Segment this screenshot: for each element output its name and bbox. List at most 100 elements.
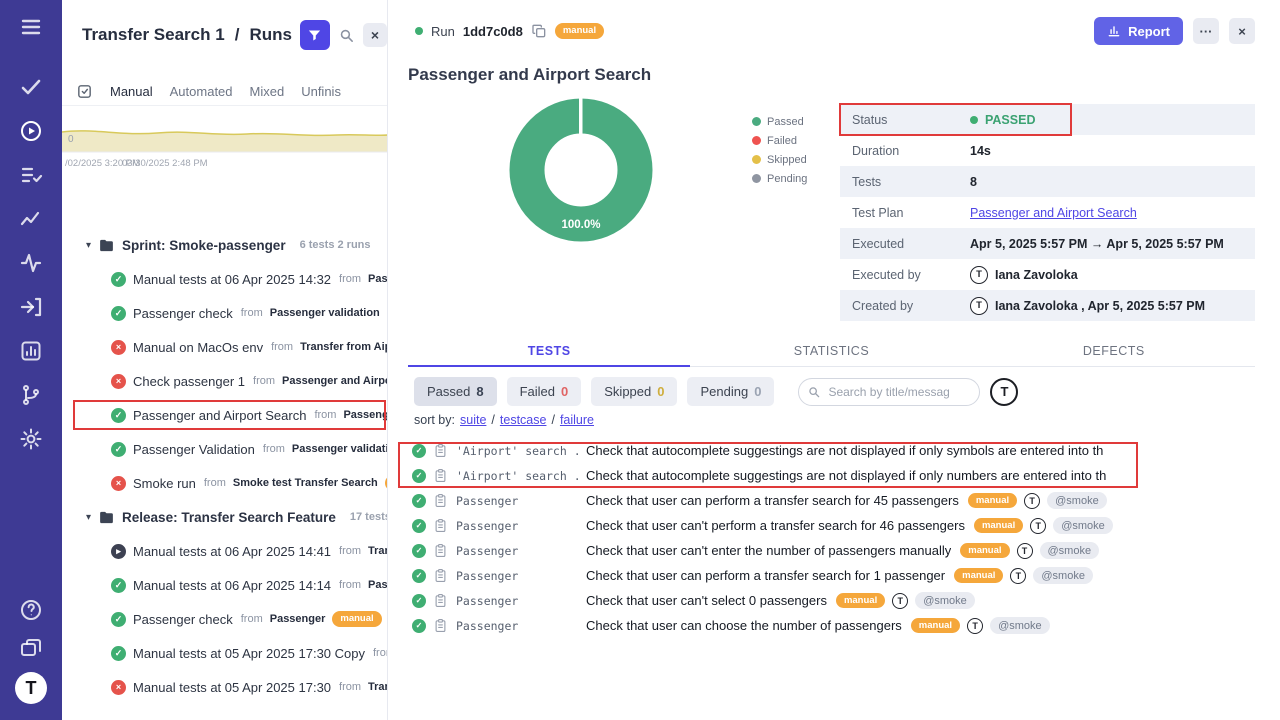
legend-item: Passed bbox=[752, 112, 807, 131]
filter-failed[interactable]: Failed0 bbox=[507, 377, 582, 406]
tree-run-item[interactable]: × Check passenger 1 from Passenger and A… bbox=[62, 364, 387, 398]
chart-x-labels: /02/2025 3:20 PM 03/30/2025 2:48 PM bbox=[62, 158, 387, 172]
tree-run-item[interactable]: × Manual on MacOs env from Transfer from… bbox=[62, 330, 387, 364]
tree-run-item[interactable]: ✓ Passenger check from Passenger manual … bbox=[62, 602, 387, 636]
sort-by-testcase[interactable]: testcase bbox=[500, 413, 547, 427]
tab-tests[interactable]: TESTS bbox=[408, 336, 690, 367]
tab-defects[interactable]: DEFECTS bbox=[973, 336, 1255, 366]
test-row[interactable]: ✓ Passenger Check that user can't select… bbox=[388, 588, 1280, 613]
info-row-created-by: Created by TIana Zavoloka , Apr 5, 2025 … bbox=[840, 290, 1255, 321]
tree-run-item[interactable]: × Manual tests at 05 Apr 2025 17:30 from… bbox=[62, 670, 387, 704]
chevron-down-icon[interactable]: ▾ bbox=[86, 512, 91, 523]
testomatio-filter-button[interactable]: T bbox=[990, 378, 1018, 406]
test-row[interactable]: ✓ Passenger Check that user can choose t… bbox=[388, 613, 1280, 638]
runs-tree: ▾ Sprint: Smoke-passenger 6 tests 2 runs… bbox=[62, 228, 387, 720]
reports-icon[interactable] bbox=[19, 339, 43, 363]
run-detail: Run 1dd7c0d8 manual Report ··· × Passeng… bbox=[388, 0, 1280, 720]
help-icon[interactable] bbox=[19, 598, 43, 622]
passed-icon: ✓ bbox=[111, 306, 126, 321]
tree-run-item[interactable]: × Smoke run from Smoke test Transfer Sea… bbox=[62, 466, 387, 500]
chevron-down-icon[interactable]: ▾ bbox=[86, 240, 91, 251]
clipboard-icon bbox=[433, 543, 448, 558]
branches-icon[interactable] bbox=[19, 383, 43, 407]
test-row[interactable]: ✓ 'Airport' search ... Check that autoco… bbox=[388, 438, 1280, 463]
more-button[interactable]: ··· bbox=[1193, 18, 1219, 44]
filter-pending[interactable]: Pending0 bbox=[687, 377, 774, 406]
filter-passed[interactable]: Passed8 bbox=[414, 377, 497, 406]
passed-icon: ✓ bbox=[412, 469, 426, 483]
tree-run-item[interactable]: ✓ Manual tests at 05 Apr 2025 17:30 Copy… bbox=[62, 636, 387, 670]
passed-icon: ✓ bbox=[111, 612, 126, 627]
settings-gear-icon[interactable] bbox=[19, 427, 43, 451]
tree-run-item[interactable]: ✓ Passenger check from Passenger validat… bbox=[62, 296, 387, 330]
tab-unfinished[interactable]: Unfinis bbox=[301, 84, 341, 99]
clipboard-icon bbox=[433, 493, 448, 508]
passed-icon: ✓ bbox=[111, 578, 126, 593]
filter-button[interactable] bbox=[300, 20, 330, 50]
folder-icon bbox=[98, 237, 115, 254]
runs-mini-chart: 0 /02/2025 3:20 PM 03/30/2025 2:48 PM bbox=[62, 106, 387, 176]
sort-by-failure[interactable]: failure bbox=[560, 413, 594, 427]
failed-dot-icon bbox=[752, 136, 761, 145]
failed-icon: × bbox=[111, 340, 126, 355]
tree-run-item[interactable]: ▸ Manual tests at 06 Apr 2025 14:41 from… bbox=[62, 534, 387, 568]
clipboard-icon bbox=[433, 443, 448, 458]
close-search-button[interactable]: × bbox=[363, 23, 387, 47]
runs-panel: Transfer Search 1 / Runs × Manual Automa… bbox=[62, 0, 388, 720]
pending-dot-icon bbox=[752, 174, 761, 183]
test-plans-icon[interactable] bbox=[19, 163, 43, 187]
runs-play-icon[interactable] bbox=[19, 119, 43, 143]
passed-icon: ✓ bbox=[412, 619, 426, 633]
tab-manual[interactable]: Manual bbox=[110, 84, 153, 99]
copy-icon[interactable] bbox=[531, 23, 547, 39]
tree-folder[interactable]: ▾ Sprint: Smoke-passenger 6 tests 2 runs bbox=[62, 228, 387, 262]
test-plan-link[interactable]: Passenger and Airport Search bbox=[970, 206, 1137, 220]
skipped-dot-icon bbox=[752, 155, 761, 164]
app-logo[interactable]: T bbox=[15, 672, 47, 704]
test-row[interactable]: ✓ Passenger Check that user can't enter … bbox=[388, 538, 1280, 563]
tree-run-item[interactable]: ✓ Manual tests at 06 Apr 2025 14:32 from… bbox=[62, 262, 387, 296]
clipboard-icon bbox=[433, 468, 448, 483]
testomatio-badge-icon: T bbox=[1017, 543, 1033, 559]
tab-statistics[interactable]: STATISTICS bbox=[690, 336, 972, 366]
tree-run-item[interactable]: ✓ Passenger Validation from Passenger va… bbox=[62, 432, 387, 466]
search-icon[interactable] bbox=[338, 27, 355, 44]
analytics-line-icon[interactable] bbox=[19, 207, 43, 231]
tests-check-icon[interactable] bbox=[19, 75, 43, 99]
test-row[interactable]: ✓ Passenger Check that user can't perfor… bbox=[388, 513, 1280, 538]
smoke-tag: @smoke bbox=[1047, 492, 1107, 509]
testomatio-badge-icon: T bbox=[967, 618, 983, 634]
tests-search-input[interactable] bbox=[798, 378, 980, 406]
import-icon[interactable] bbox=[19, 295, 43, 319]
info-row-executed-by: Executed by TIana Zavoloka bbox=[840, 259, 1255, 290]
failed-icon: × bbox=[111, 680, 126, 695]
test-row[interactable]: ✓ Passenger Check that user can perform … bbox=[388, 563, 1280, 588]
tree-run-item-selected[interactable]: ✓ Passenger and Airport Search from Pass… bbox=[62, 398, 387, 432]
projects-folders-icon[interactable] bbox=[19, 636, 43, 660]
test-row[interactable]: ✓ 'Airport' search ... Check that autoco… bbox=[388, 463, 1280, 488]
report-button[interactable]: Report bbox=[1094, 17, 1183, 45]
breadcrumb-separator: / bbox=[235, 25, 240, 45]
mini-area-chart bbox=[62, 106, 388, 158]
failed-icon: × bbox=[111, 374, 126, 389]
sort-by-suite[interactable]: suite bbox=[460, 413, 486, 427]
close-button[interactable]: × bbox=[1229, 18, 1255, 44]
test-row[interactable]: ✓ Passenger Check that user can perform … bbox=[388, 488, 1280, 513]
select-all-icon[interactable] bbox=[76, 83, 93, 100]
folder-icon bbox=[98, 509, 115, 526]
menu-icon[interactable] bbox=[19, 15, 43, 39]
testomatio-badge-icon: T bbox=[892, 593, 908, 609]
tests-search bbox=[798, 378, 980, 406]
tab-mixed[interactable]: Mixed bbox=[250, 84, 285, 99]
info-row-tests: Tests 8 bbox=[840, 166, 1255, 197]
tree-run-item[interactable]: ✓ Manual tests at 06 Apr 2025 14:14 from… bbox=[62, 568, 387, 602]
filter-skipped[interactable]: Skipped0 bbox=[591, 377, 677, 406]
manual-badge: manual bbox=[385, 475, 387, 491]
activity-pulse-icon[interactable] bbox=[19, 251, 43, 275]
in-progress-icon: ▸ bbox=[111, 544, 126, 559]
tab-automated[interactable]: Automated bbox=[170, 84, 233, 99]
clipboard-icon bbox=[433, 618, 448, 633]
breadcrumb-project[interactable]: Transfer Search 1 bbox=[82, 25, 225, 45]
tree-folder[interactable]: ▾ Release: Transfer Search Feature 17 te… bbox=[62, 500, 387, 534]
funnel-icon bbox=[307, 28, 322, 43]
